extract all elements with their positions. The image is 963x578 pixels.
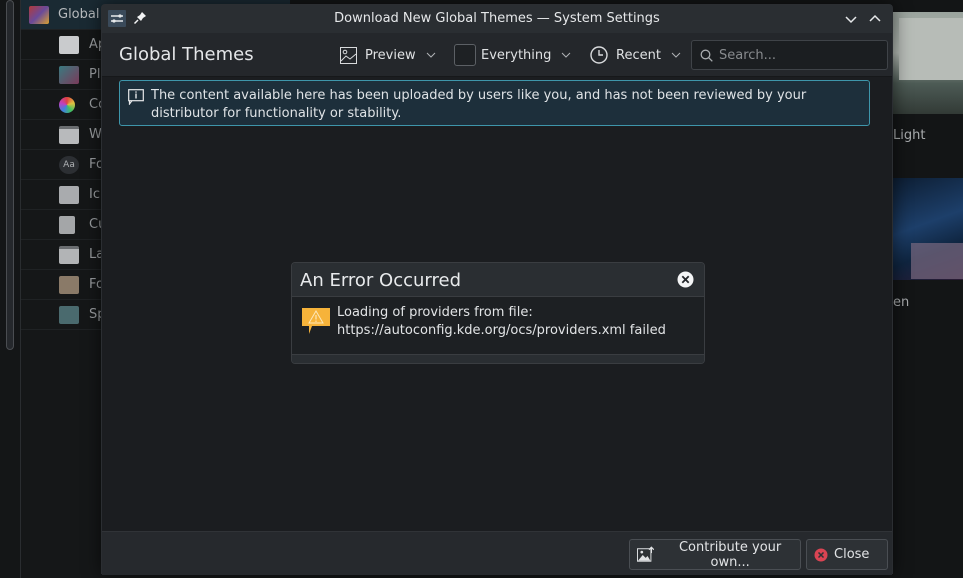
sidebar-item-label: Pl [89,67,101,82]
error-dialog: An Error Occurred Loading of providers f… [291,262,705,364]
sidebar-item-label: Ic [89,187,100,202]
theme-caption: en [893,295,910,310]
filter-label: Everything [481,47,552,63]
theme-caption: Light [893,128,926,143]
screen: Global Ap Pl Co W Aa Fo Ic Cu La Fo Sp L… [0,0,963,578]
info-icon [128,89,144,105]
close-icon[interactable] [677,271,694,288]
chevron-up-icon[interactable] [868,12,882,26]
image-upload-icon [637,546,655,562]
image-icon [340,46,357,64]
search-field[interactable] [691,40,888,70]
title-bar[interactable]: Download New Global Themes — System Sett… [102,5,892,33]
chevron-down-icon [562,52,571,58]
fonts-icon: Aa [59,155,79,174]
plasma-style-icon [59,65,79,84]
sidebar-item-label: W [89,127,102,142]
background-scrollbar[interactable] [6,0,14,350]
info-banner: The content available here has been uplo… [119,80,870,126]
splash-screen-icon [59,305,79,324]
search-input[interactable] [719,47,879,63]
close-label: Close [834,547,870,562]
font-management-icon [59,275,79,294]
warning-icon [302,308,330,334]
window-decorations-icon [59,125,79,144]
theme-thumbnail[interactable] [893,12,963,114]
icons-icon [59,185,79,204]
info-banner-message: The content available here has been uplo… [151,88,807,121]
error-dialog-message: Loading of providers from file: https://… [337,305,666,338]
colors-icon [59,96,75,113]
preview-mode-dropdown[interactable]: Preview [340,43,436,67]
chevron-down-icon [426,52,435,58]
page-title: Global Themes [119,44,254,65]
dialog-footer: Contribute your own... Close [102,531,892,575]
error-dialog-header: An Error Occurred [292,263,704,297]
sidebar-item-label: Global [58,7,100,22]
theme-thumbnail[interactable] [893,178,963,280]
filter-checkbox[interactable] [454,44,476,66]
chevron-down-icon[interactable] [844,12,858,26]
search-icon [700,49,713,62]
toolbar: Global Themes Preview Everything Recent … [102,33,892,77]
clock-icon [590,46,608,64]
cursors-icon [59,215,75,234]
close-icon [814,548,828,561]
sort-dropdown[interactable]: Recent [590,43,681,67]
contribute-label: Contribute your own... [678,539,782,570]
sort-label: Recent [616,47,661,63]
contribute-button[interactable]: Contribute your own... [629,539,801,570]
filter-dropdown[interactable]: Everything [454,43,571,67]
error-dialog-title: An Error Occurred [300,270,461,291]
error-dialog-footer [292,354,704,363]
application-style-icon [59,35,79,54]
launch-feedback-icon [59,245,79,264]
close-button[interactable]: Close [806,539,888,570]
global-theme-icon [29,5,49,24]
chevron-down-icon [671,52,681,58]
preview-label: Preview [365,47,416,63]
download-themes-dialog: Download New Global Themes — System Sett… [101,4,893,575]
window-title: Download New Global Themes — System Sett… [334,11,660,26]
